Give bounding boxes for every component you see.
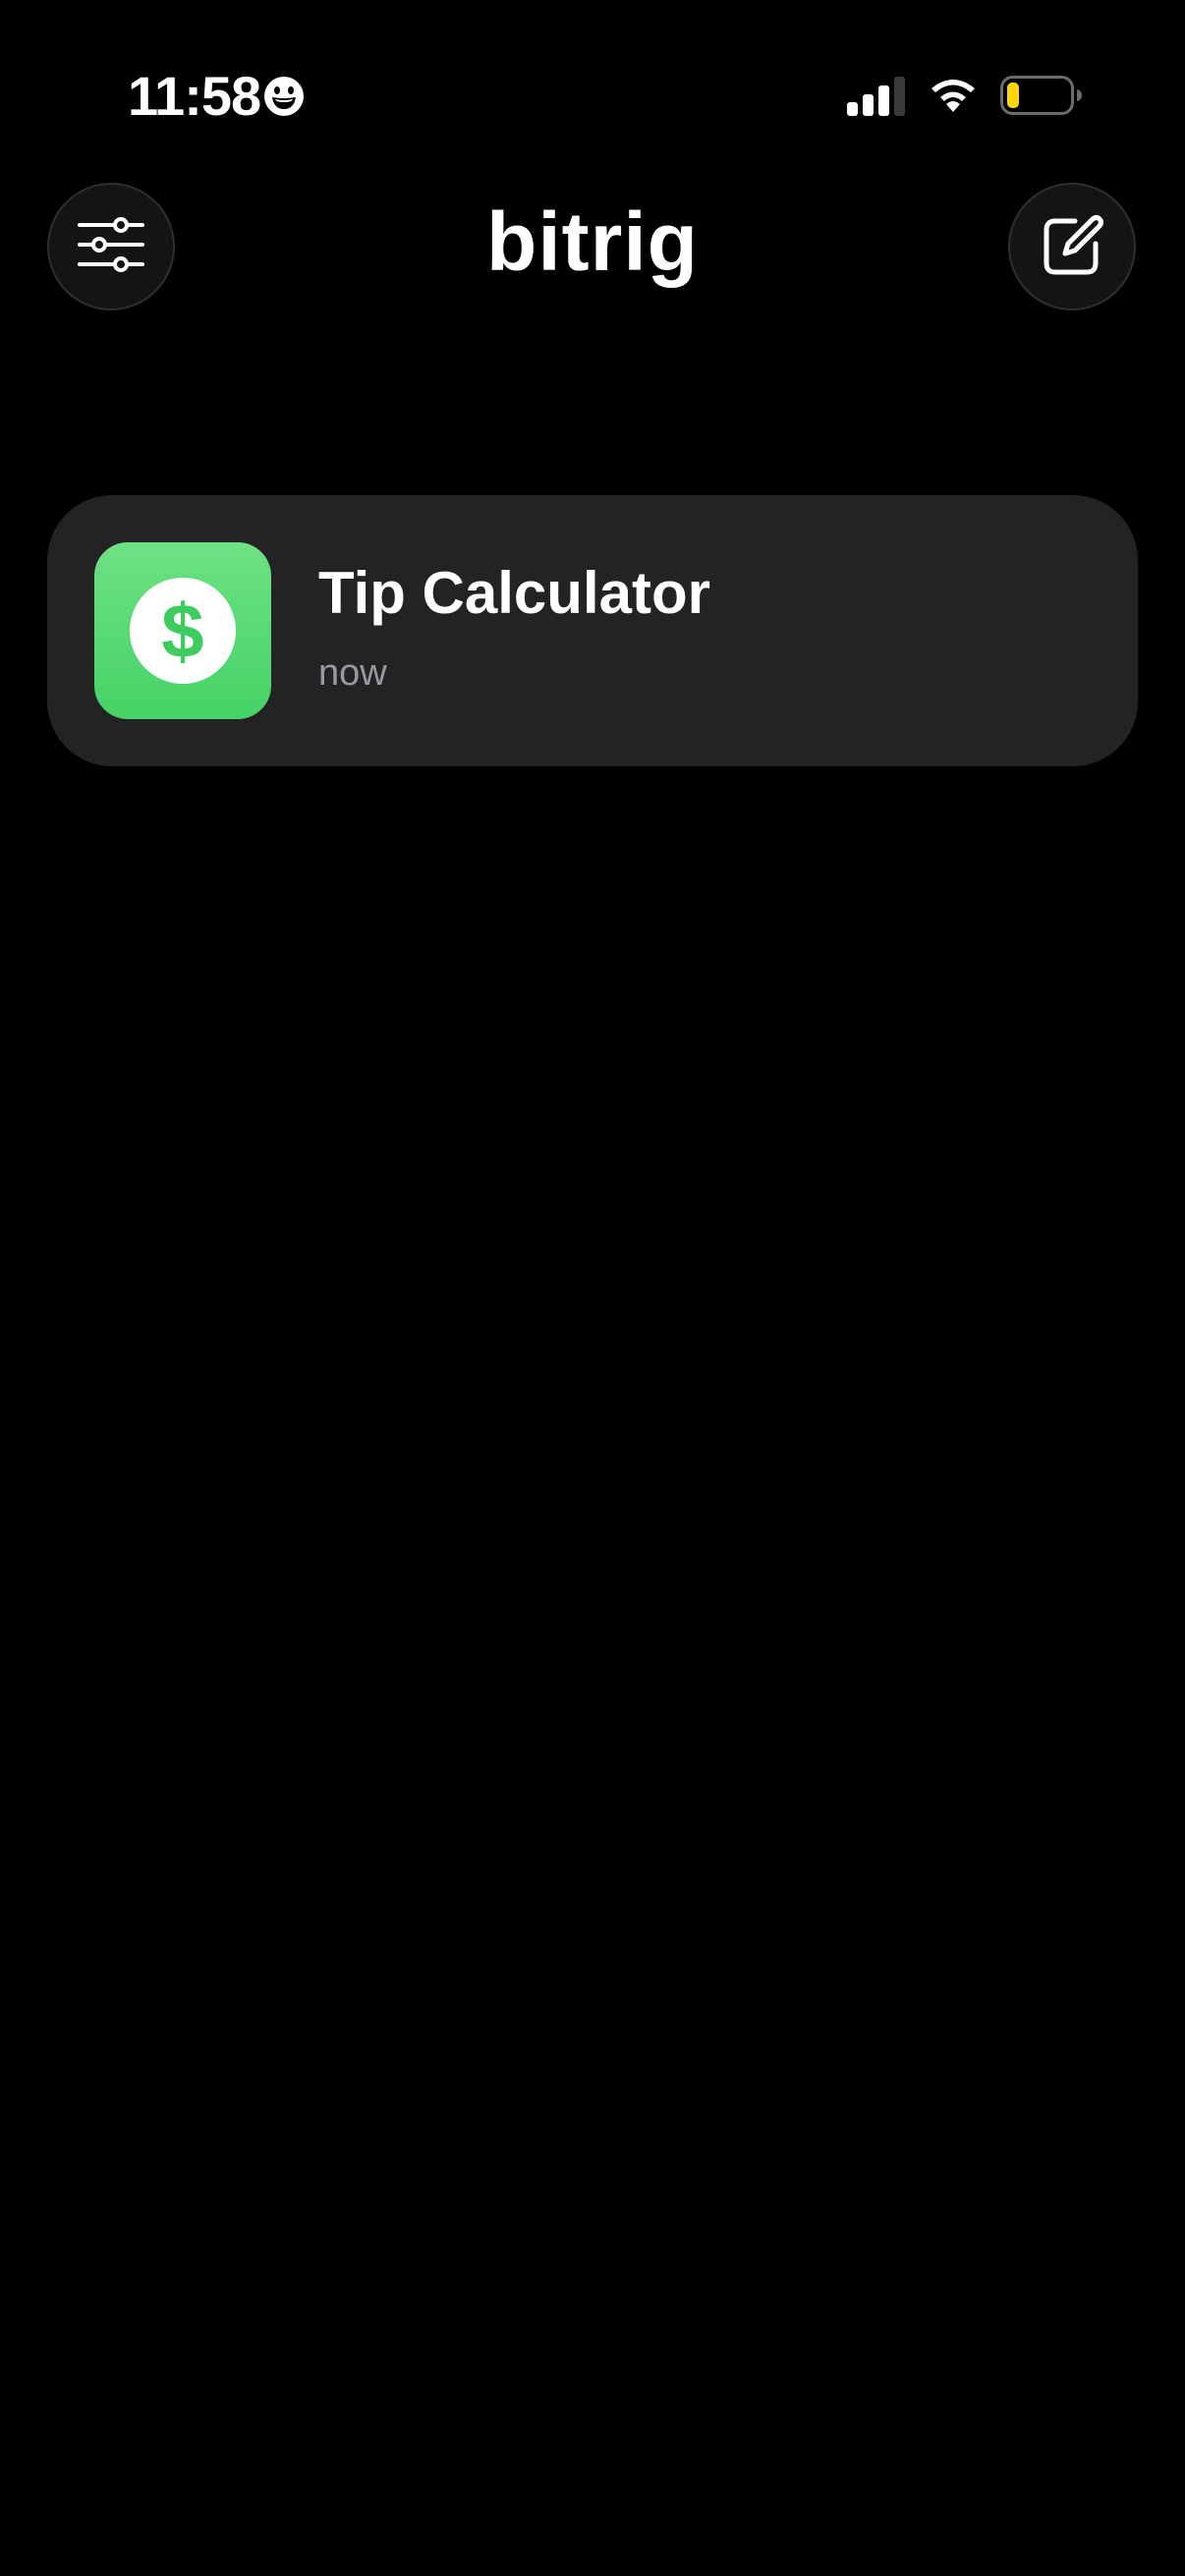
cellular-signal-icon — [847, 77, 906, 116]
app-brand-title: bitrig — [486, 196, 699, 288]
compose-icon — [1040, 212, 1104, 282]
wifi-icon — [928, 75, 979, 114]
project-card[interactable]: $ Tip Calculator now — [47, 495, 1138, 766]
status-bar: 11:58 — [0, 0, 1185, 187]
smiley-face-icon — [263, 76, 305, 117]
status-time: 11:58 — [128, 65, 261, 127]
battery-low-icon — [1000, 75, 1083, 116]
sliders-icon — [78, 216, 144, 277]
new-project-button[interactable] — [1008, 183, 1136, 310]
settings-button[interactable] — [47, 183, 175, 310]
project-timestamp: now — [318, 652, 387, 694]
project-title: Tip Calculator — [318, 560, 710, 626]
app-icon: $ — [94, 542, 271, 719]
dollar-sign-icon: $ — [130, 578, 236, 684]
